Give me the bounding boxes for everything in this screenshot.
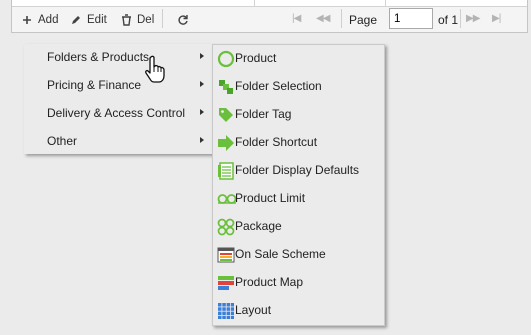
- submenu-item-label: Folder Tag: [235, 107, 292, 121]
- menu-item-label: Other: [47, 134, 78, 148]
- menu-item-label: Folders & Products: [47, 50, 150, 64]
- submenu-item-label: Folder Display Defaults: [235, 163, 360, 177]
- trash-icon: [119, 13, 133, 27]
- submenu-item-label: Layout: [235, 303, 272, 317]
- folders-products-submenu: Product Folder Selection Folder Tag Fold…: [212, 44, 385, 326]
- menu-item-folders-products[interactable]: Folders & Products: [24, 44, 214, 71]
- refresh-button[interactable]: [176, 12, 194, 28]
- page-count: of 1: [438, 13, 459, 27]
- four-circles-icon: [217, 218, 235, 236]
- menu-item-delivery-access[interactable]: Delivery & Access Control: [24, 100, 214, 127]
- submenu-item-on-sale-scheme[interactable]: On Sale Scheme: [213, 241, 384, 269]
- edit-button[interactable]: Edit: [69, 12, 107, 28]
- page-label: Page: [349, 13, 378, 27]
- folder-selection-icon: [217, 78, 235, 96]
- submenu-arrow-icon: [200, 81, 204, 87]
- submenu-item-folder-selection[interactable]: Folder Selection: [213, 73, 384, 101]
- delete-label: Del: [137, 14, 155, 26]
- submenu-item-label: Package: [235, 219, 282, 233]
- tag-icon: [217, 106, 235, 124]
- scheme-icon: [217, 246, 235, 264]
- page-number-input[interactable]: [389, 8, 433, 29]
- submenu-item-folder-shortcut[interactable]: Folder Shortcut: [213, 129, 384, 157]
- submenu-item-layout[interactable]: Layout: [213, 297, 384, 325]
- submenu-item-label: Product: [235, 51, 277, 65]
- hand-cursor-icon: [145, 55, 167, 83]
- submenu-item-folder-tag[interactable]: Folder Tag: [213, 101, 384, 129]
- grid-icon: [217, 302, 235, 320]
- menu-item-label: Delivery & Access Control: [47, 106, 186, 120]
- plus-icon: [20, 13, 34, 27]
- submenu-arrow-icon: [200, 109, 204, 115]
- submenu-item-label: Folder Selection: [235, 79, 322, 93]
- submenu-arrow-icon: [200, 137, 204, 143]
- context-menu: Folders & Products Pricing & Finance Del…: [24, 44, 214, 154]
- toolbar-divider: [162, 9, 163, 28]
- add-label: Add: [38, 14, 59, 26]
- add-button[interactable]: Add: [20, 12, 58, 28]
- first-page-icon[interactable]: |◀: [292, 13, 301, 24]
- submenu-item-product[interactable]: Product: [213, 45, 384, 73]
- grid-toolbar: Add Edit Del |◀ ◀◀ Page of 1 ▶▶ ▶|: [11, 0, 528, 33]
- menu-item-pricing-finance[interactable]: Pricing & Finance: [24, 72, 214, 99]
- submenu-item-folder-display-defaults[interactable]: Folder Display Defaults: [213, 157, 384, 185]
- pencil-icon: [69, 13, 83, 27]
- grid-header-row: [12, 0, 527, 7]
- submenu-item-label: Folder Shortcut: [235, 135, 318, 149]
- toolbar-divider: [460, 9, 461, 28]
- circle-ring-icon: [217, 50, 235, 68]
- arrow-right-icon: [217, 134, 235, 152]
- submenu-item-label: Product Map: [235, 275, 304, 289]
- double-circle-icon: [217, 190, 237, 208]
- submenu-item-product-map[interactable]: Product Map: [213, 269, 384, 297]
- menu-item-other[interactable]: Other: [24, 128, 214, 155]
- refresh-icon: [176, 13, 190, 27]
- submenu-item-product-limit[interactable]: Product Limit: [213, 185, 384, 213]
- edit-label: Edit: [87, 14, 107, 26]
- delete-button[interactable]: Del: [119, 12, 154, 28]
- submenu-item-package[interactable]: Package: [213, 213, 384, 241]
- last-page-icon[interactable]: ▶|: [492, 13, 501, 24]
- menu-item-label: Pricing & Finance: [47, 78, 142, 92]
- prev-page-icon[interactable]: ◀◀: [316, 13, 330, 24]
- map-bars-icon: [217, 274, 235, 292]
- submenu-arrow-icon: [200, 53, 204, 59]
- document-lines-icon: [217, 162, 235, 180]
- toolbar-divider: [341, 9, 342, 28]
- submenu-item-label: On Sale Scheme: [235, 247, 326, 261]
- submenu-item-label: Product Limit: [235, 191, 306, 205]
- next-page-icon[interactable]: ▶▶: [466, 13, 480, 24]
